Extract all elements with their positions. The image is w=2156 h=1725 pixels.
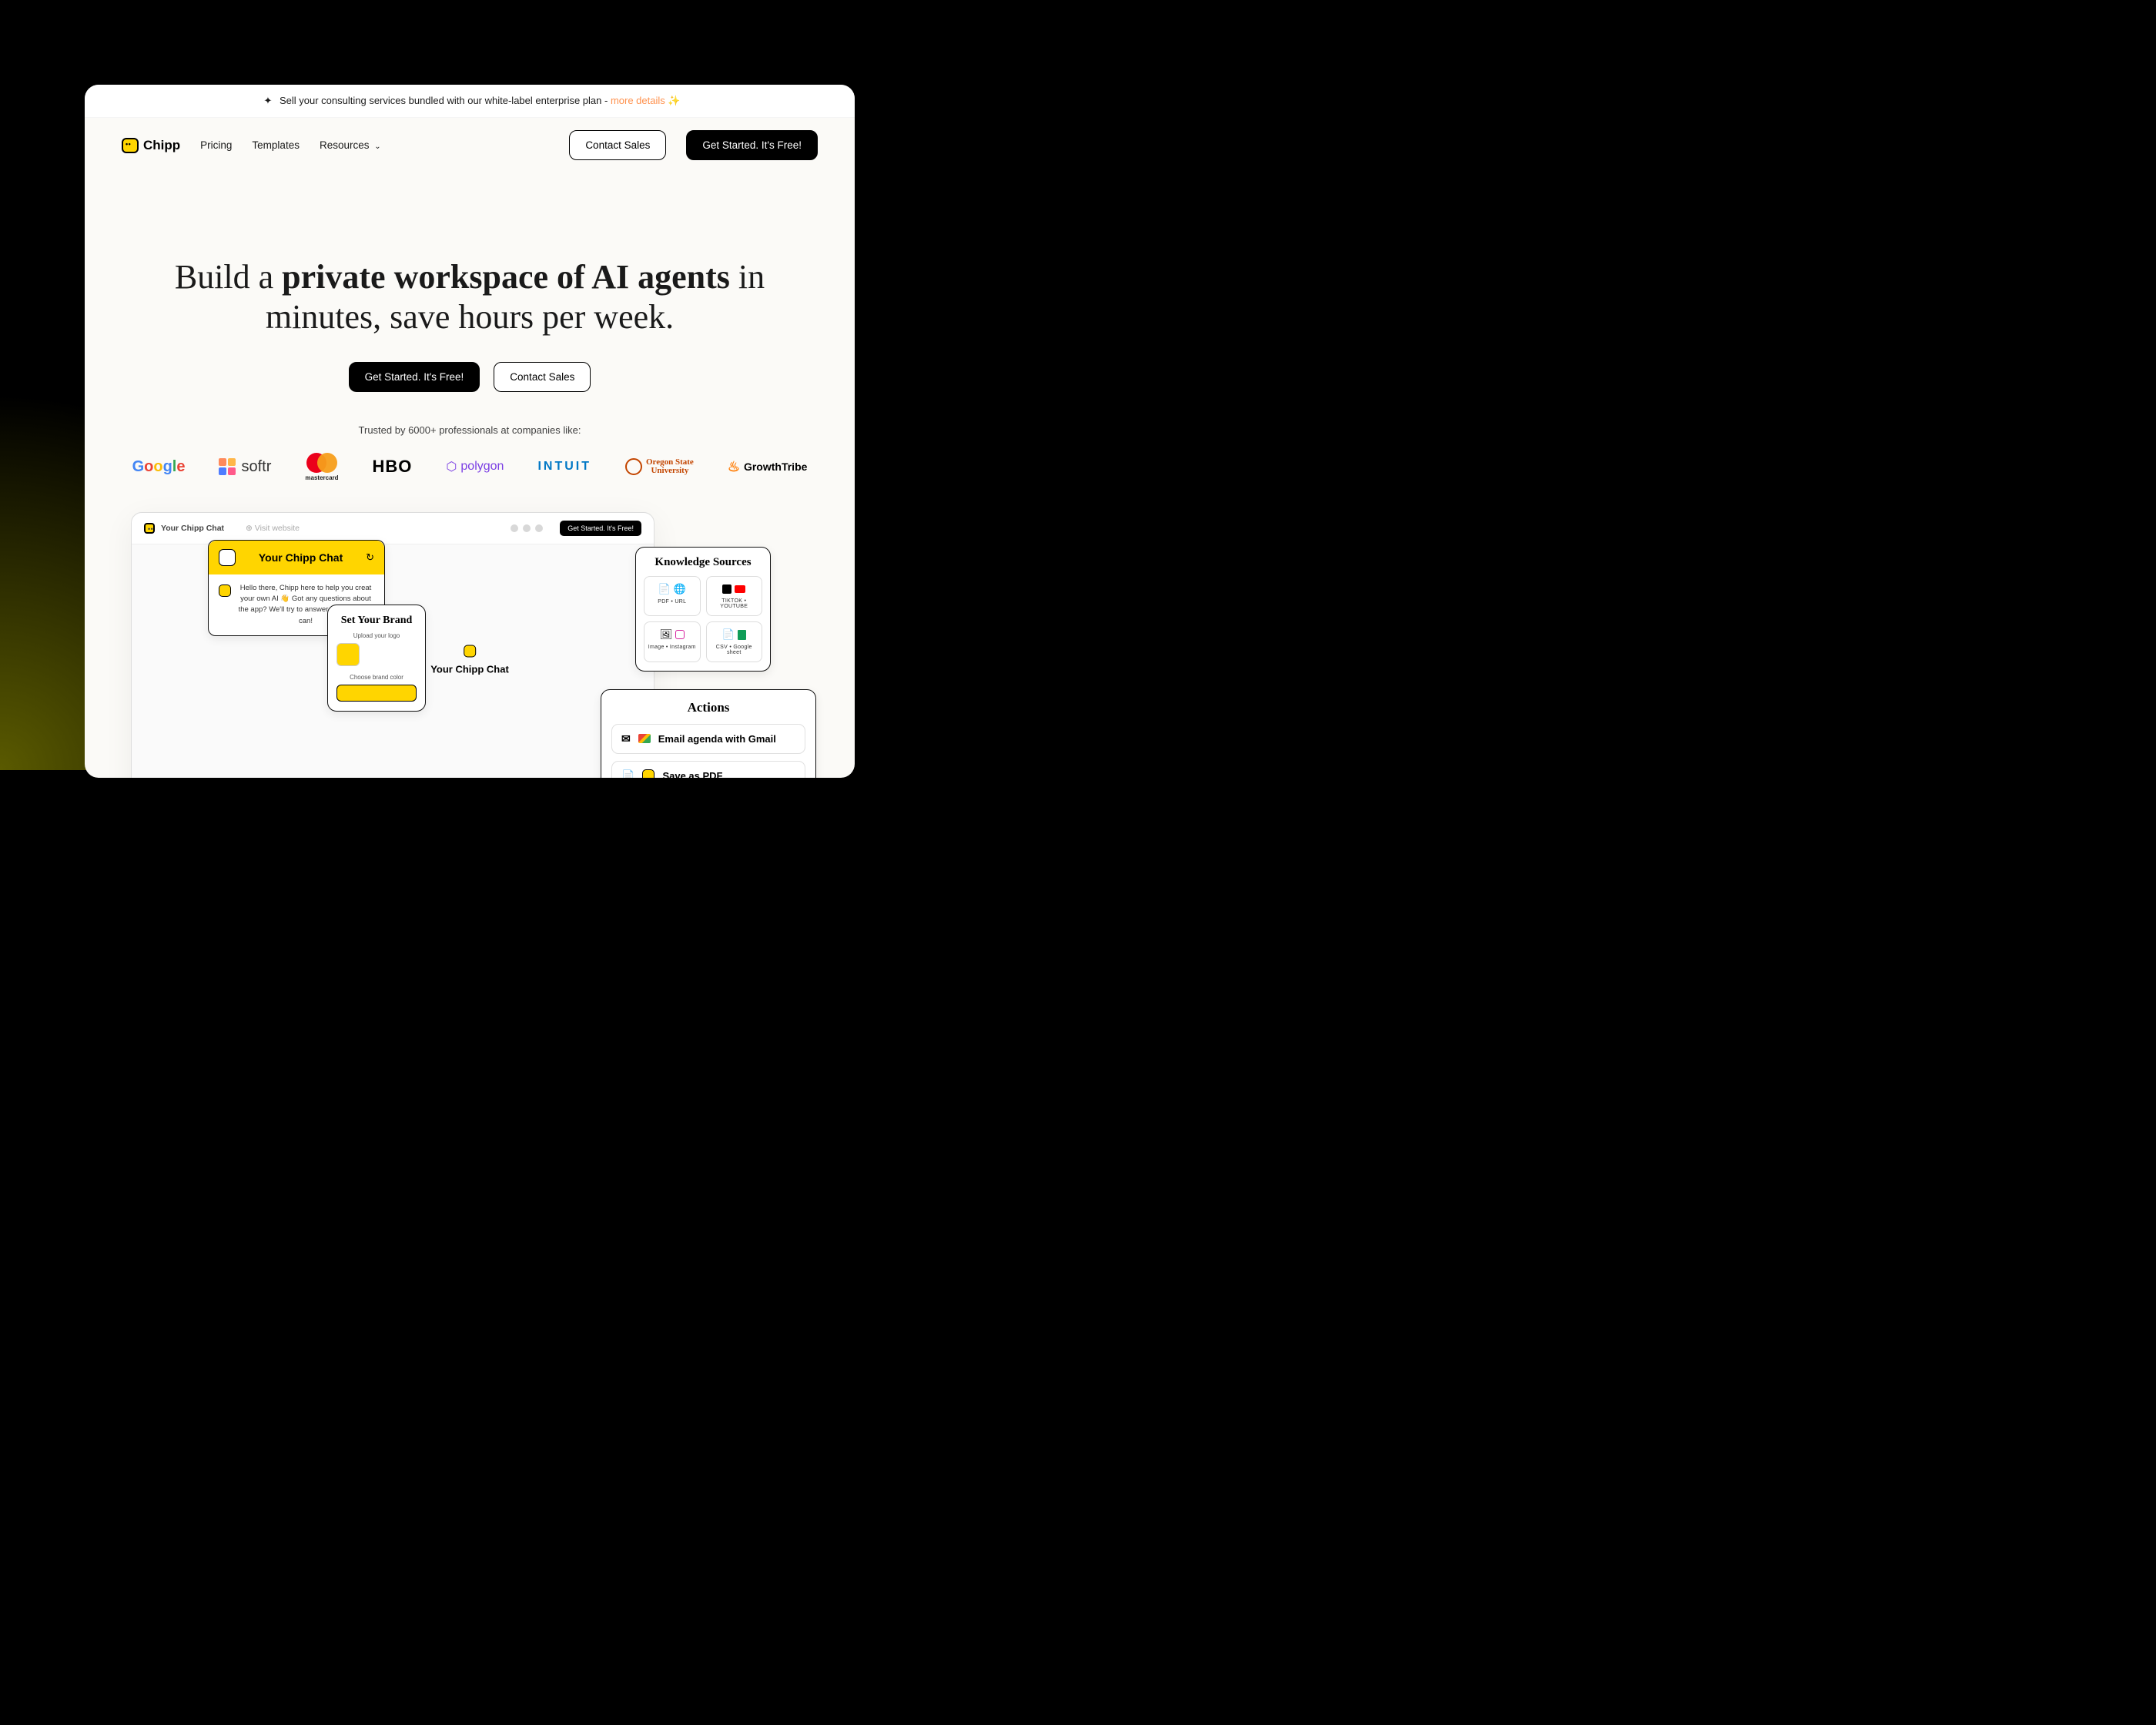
polygon-text: polygon	[460, 460, 504, 474]
announcement-bar: ✦ Sell your consulting services bundled …	[85, 85, 855, 118]
osu-logo: Oregon StateUniversity	[625, 458, 694, 475]
upload-label: Upload your logo	[336, 632, 417, 639]
osu-seal-icon	[625, 458, 642, 475]
chevron-down-icon: ⌄	[374, 142, 380, 151]
app-center-label: Your Chipp Chat	[430, 663, 509, 675]
mastercard-logo: mastercard	[305, 453, 338, 481]
app-title: Your Chipp Chat	[161, 524, 224, 533]
csv-sheet-icons: 📄	[710, 628, 759, 641]
tiktok-youtube-icons	[710, 583, 759, 595]
action-label-0: Email agenda with Gmail	[658, 733, 776, 745]
ks-tile-csv-sheet: 📄 CSV • Google sheet	[706, 621, 763, 662]
app-header: Your Chipp Chat ⊕ Visit website Get Star…	[132, 513, 654, 544]
announcement-link[interactable]: more details ✨	[611, 95, 681, 106]
ks-title: Knowledge Sources	[644, 556, 762, 569]
chat-header: Your Chipp Chat ↻	[209, 541, 384, 574]
color-label: Choose brand color	[336, 674, 417, 681]
contact-sales-button[interactable]: Contact Sales	[569, 130, 666, 160]
trusted-by-text: Trusted by 6000+ professionals at compan…	[131, 424, 808, 436]
ks-tile-tiktok-youtube: TIKTOK • YOUTUBE	[706, 576, 763, 616]
ks-cap-3: CSV • Google sheet	[710, 645, 759, 655]
hbo-logo: HBO	[373, 457, 413, 477]
growthtribe-logo: ♨ GrowthTribe	[728, 459, 808, 475]
action-save-pdf: 📄 Save as PDF	[611, 761, 805, 778]
color-swatch	[336, 685, 417, 702]
uploaded-logo-preview	[336, 643, 360, 666]
google-logo: Google	[132, 458, 186, 476]
chat-title: Your Chipp Chat	[243, 551, 359, 564]
ks-tile-pdf-url: 📄 🌐 PDF • URL	[644, 576, 701, 616]
nav-resources[interactable]: Resources ⌄	[320, 139, 381, 151]
hero-contact-sales-button[interactable]: Contact Sales	[494, 362, 591, 392]
nav-pricing[interactable]: Pricing	[200, 139, 232, 151]
brand-card-title: Set Your Brand	[336, 615, 417, 627]
ks-tile-image-instagram: 🖼 Image • Instagram	[644, 621, 701, 662]
sparkle-icon: ✦	[263, 95, 272, 106]
polygon-logo: ⬡ polygon	[446, 459, 504, 474]
mini-get-started-button: Get Started. It's Free!	[560, 521, 641, 536]
actions-title: Actions	[611, 700, 805, 715]
intuit-logo: INTUIT	[537, 460, 591, 474]
ks-cap-0: PDF • URL	[648, 599, 697, 605]
hero-bold: private workspace of AI agents	[282, 258, 730, 296]
pdf-url-icons: 📄 🌐	[648, 583, 697, 595]
osu-line2: University	[651, 466, 688, 475]
get-started-button[interactable]: Get Started. It's Free!	[686, 130, 818, 160]
refresh-icon: ↻	[366, 551, 374, 564]
hero-get-started-button[interactable]: Get Started. It's Free!	[349, 362, 480, 392]
brand-logo[interactable]: Chipp	[122, 138, 180, 153]
nav-templates[interactable]: Templates	[252, 139, 300, 151]
gt-text: GrowthTribe	[744, 461, 807, 473]
polygon-icon: ⬡	[446, 459, 457, 474]
action-label-1: Save as PDF	[662, 770, 722, 778]
brand-name: Chipp	[143, 138, 180, 153]
window-dots	[511, 524, 543, 532]
chipp-icon-small	[144, 523, 155, 534]
company-logos: Google softr mastercard HBO ⬡ polygon IN…	[131, 453, 808, 481]
chipp-icon	[122, 138, 139, 153]
ks-cap-1: TIKTOK • YOUTUBE	[710, 598, 759, 609]
nav-resources-label: Resources	[320, 139, 370, 151]
chipp-icon-center	[464, 645, 476, 657]
bot-avatar-icon	[219, 584, 231, 597]
file-icon: 📄	[621, 769, 634, 778]
actions-mockup: Actions ✉ Email agenda with Gmail 📄 Save…	[601, 689, 816, 778]
softr-text: softr	[241, 458, 271, 476]
softr-logo: softr	[219, 458, 271, 476]
mail-icon: ✉	[621, 732, 631, 745]
gmail-icon	[638, 734, 651, 743]
chipp-action-icon	[642, 769, 654, 778]
navbar: Chipp Pricing Templates Resources ⌄ Cont…	[85, 118, 855, 172]
action-email-gmail: ✉ Email agenda with Gmail	[611, 724, 805, 754]
brand-card-mockup: Set Your Brand Upload your logo Choose b…	[327, 605, 426, 712]
announcement-text: Sell your consulting services bundled wi…	[280, 95, 611, 106]
knowledge-sources-mockup: Knowledge Sources 📄 🌐 PDF • URL TIKTOK •…	[635, 547, 771, 672]
hero-pre: Build a	[175, 258, 282, 296]
image-instagram-icons: 🖼	[648, 628, 697, 641]
flame-icon: ♨	[728, 459, 740, 475]
mockup-area: Your Chipp Chat ⊕ Visit website Get Star…	[131, 512, 808, 778]
hero-headline: Build a private workspace of AI agents i…	[131, 257, 808, 337]
ks-cap-2: Image • Instagram	[648, 645, 697, 650]
chat-avatar-icon	[219, 549, 236, 566]
hero: Build a private workspace of AI agents i…	[85, 172, 855, 778]
visit-website-link: ⊕ Visit website	[246, 524, 300, 533]
mastercard-text: mastercard	[305, 474, 338, 481]
app-center: Your Chipp Chat	[430, 645, 509, 675]
